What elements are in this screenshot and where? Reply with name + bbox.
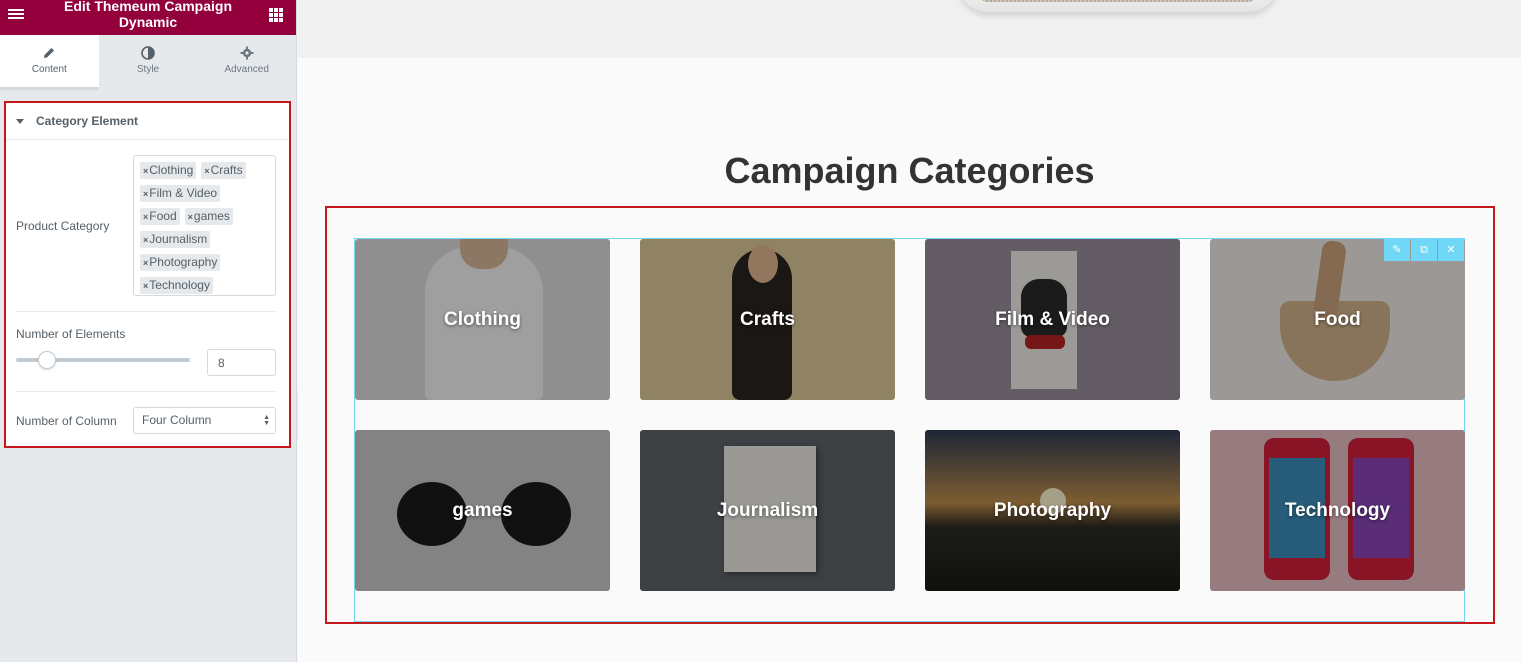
page-title: Campaign Categories [724, 150, 1095, 191]
remove-icon[interactable]: × [143, 166, 148, 176]
pencil-icon [44, 48, 55, 58]
category-label: Photography [993, 499, 1112, 521]
category-tag[interactable]: ×Journalism [140, 231, 211, 248]
category-label: Food [1314, 308, 1361, 330]
campaign-categories-widget[interactable]: Clothing Crafts Film & Video Food games [354, 238, 1465, 622]
number-of-column-label: Number of Column [16, 414, 117, 428]
edit-widget-icon[interactable]: ✎ [1384, 239, 1410, 261]
category-card-technology[interactable]: Technology [1210, 430, 1465, 591]
remove-icon[interactable]: × [143, 281, 148, 291]
tab-style-label: Style [136, 64, 160, 75]
category-tag[interactable]: ×Photography [140, 254, 221, 271]
section-toggle[interactable]: Category Element [6, 103, 289, 140]
hamburger-menu-icon[interactable] [8, 7, 24, 23]
duplicate-widget-icon[interactable]: ⧉ [1411, 239, 1437, 261]
contrast-icon [141, 46, 155, 60]
panel-tabs: Content Style Advanced [0, 35, 296, 90]
category-label: Journalism [716, 499, 819, 521]
panel-header: Edit Themeum Campaign Dynamic [0, 0, 296, 35]
category-card-film-video[interactable]: Film & Video [925, 239, 1180, 400]
hero-strip [298, 0, 1521, 58]
remove-icon[interactable]: × [143, 212, 148, 222]
page-preview: Campaign Categories Clothing Crafts Film… [298, 0, 1521, 662]
remove-icon[interactable]: × [143, 235, 148, 245]
category-tag[interactable]: ×games [184, 208, 233, 225]
panel-title: Edit Themeum Campaign Dynamic [63, 0, 233, 30]
widget-toolbar: ✎ ⧉ ✕ [1383, 239, 1464, 261]
number-of-elements-label: Number of Elements [16, 327, 126, 341]
tab-content-label: Content [31, 64, 67, 75]
category-tag[interactable]: ×Crafts [201, 162, 246, 179]
category-card-food[interactable]: Food [1210, 239, 1465, 400]
divider [16, 311, 275, 312]
divider [16, 391, 275, 392]
tab-advanced[interactable]: Advanced [197, 35, 296, 90]
product-image [958, 0, 1278, 12]
category-label: Clothing [443, 308, 522, 330]
tab-style[interactable]: Style [99, 35, 198, 90]
category-tag[interactable]: ×Technology [140, 277, 213, 294]
remove-icon[interactable]: × [204, 166, 209, 176]
number-of-elements-input[interactable] [207, 349, 276, 376]
remove-icon[interactable]: × [143, 258, 148, 268]
category-element-section: Category Element Product Category ×Cloth… [4, 101, 291, 448]
category-tag[interactable]: ×Film & Video [140, 185, 221, 202]
delete-widget-icon[interactable]: ✕ [1438, 239, 1464, 261]
category-tag[interactable]: ×Food [140, 208, 180, 225]
category-tag[interactable]: ×Clothing [140, 162, 197, 179]
caret-down-icon [16, 118, 24, 124]
tab-content[interactable]: Content [0, 35, 99, 90]
category-card-clothing[interactable]: Clothing [355, 239, 610, 400]
product-category-select[interactable]: ×Clothing ×Crafts ×Film & Video ×Food ×gam… [133, 155, 276, 296]
product-category-label: Product Category [16, 219, 110, 233]
tab-advanced-label: Advanced [224, 64, 269, 75]
section-title: Category Element [36, 114, 139, 128]
category-label: games [452, 499, 513, 521]
category-label: Crafts [740, 308, 795, 330]
column-select-value: Four Column [142, 413, 212, 427]
remove-icon[interactable]: × [143, 189, 148, 199]
select-arrows-icon: ▲ ▼ [263, 414, 270, 427]
editor-panel: Edit Themeum Campaign Dynamic Content St… [0, 0, 297, 662]
category-card-games[interactable]: games [355, 430, 610, 591]
widgets-grid-icon[interactable] [269, 8, 283, 22]
number-of-column-select[interactable]: Four Column ▲ ▼ [133, 407, 276, 434]
category-card-journalism[interactable]: Journalism [640, 430, 895, 591]
elements-slider-handle[interactable] [38, 351, 57, 369]
category-card-crafts[interactable]: Crafts [640, 239, 895, 400]
category-label: Technology [1284, 499, 1391, 521]
remove-icon[interactable]: × [188, 212, 193, 222]
category-label: Film & Video [995, 308, 1110, 330]
category-card-photography[interactable]: Photography [925, 430, 1180, 591]
gear-icon [240, 46, 254, 60]
